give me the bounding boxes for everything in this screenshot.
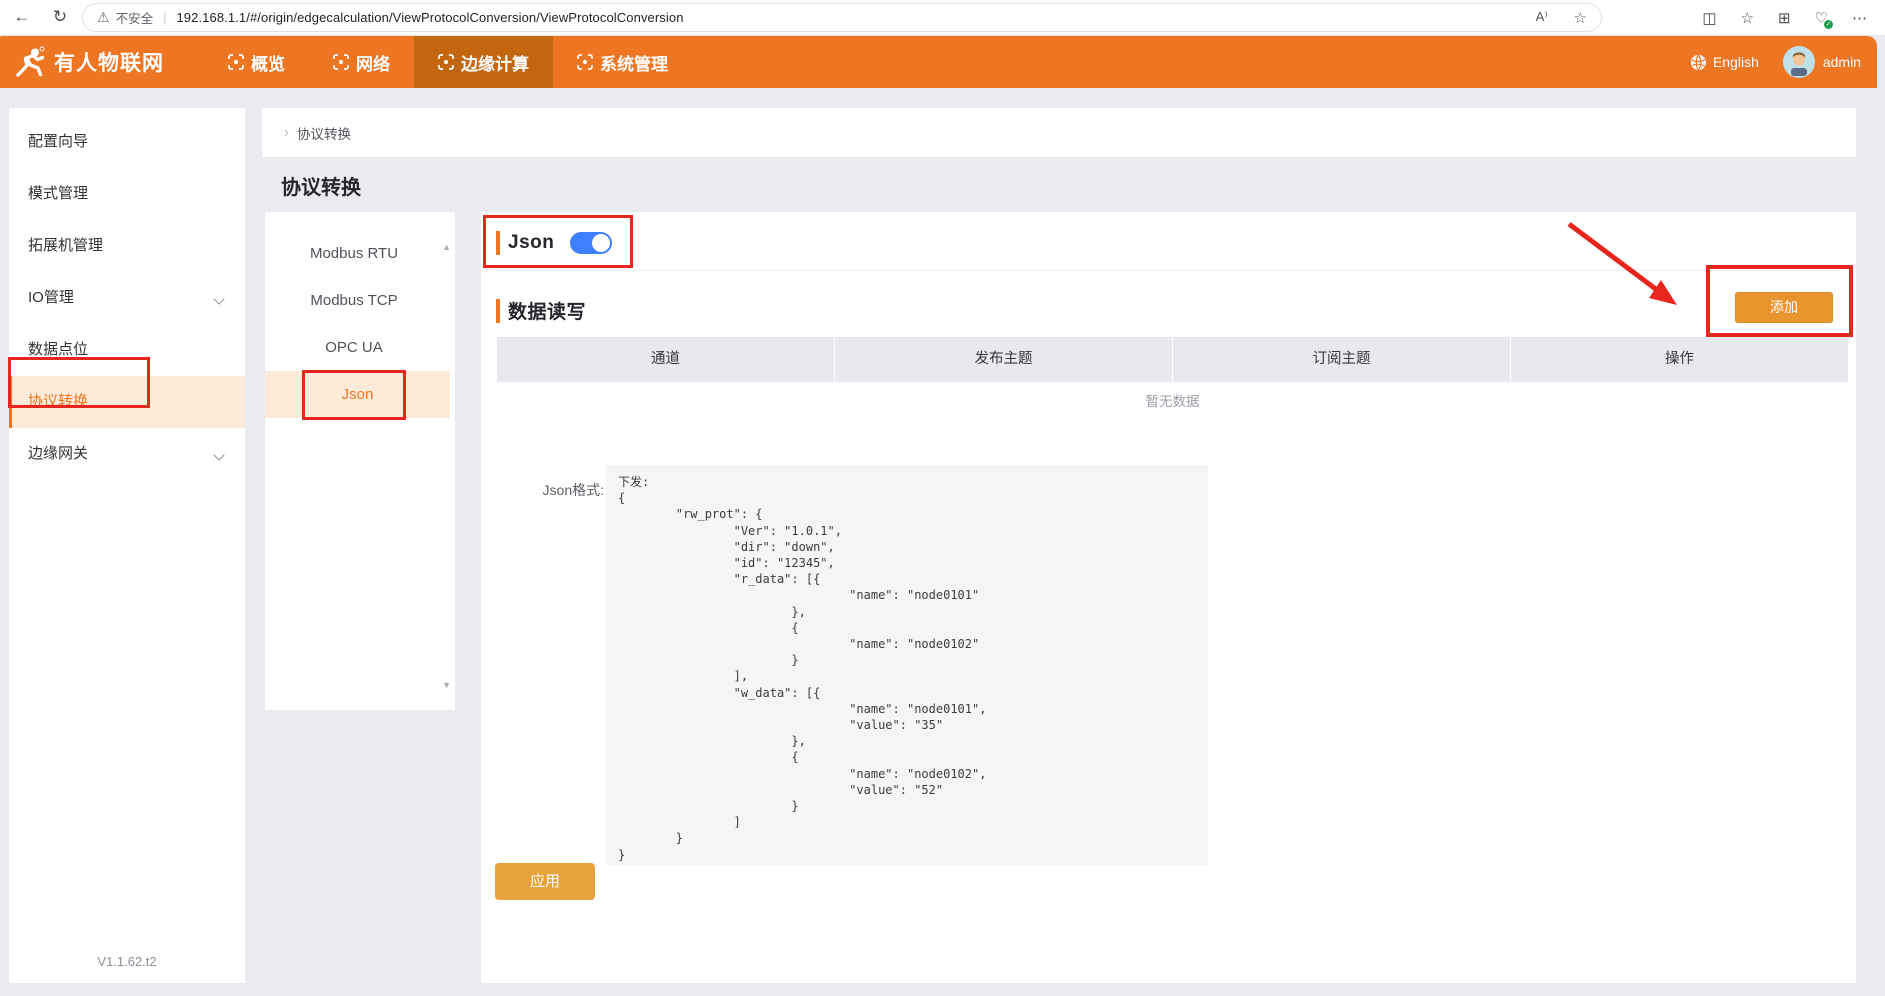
viewfinder-icon [438, 54, 454, 70]
browser-toolbar: ← ↻ ⚠ 不安全 | 192.168.1.1/#/origin/edgecal… [0, 0, 1885, 36]
column-header-actions: 操作 [1510, 337, 1848, 382]
address-separator: | [163, 10, 166, 25]
json-format-textarea[interactable]: 下发: { "rw_prot": { "Ver": "1.0.1", "dir"… [606, 465, 1208, 865]
table-header-row: 通道 发布主题 订阅主题 操作 [497, 337, 1848, 382]
brand-name: 有人物联网 [54, 47, 164, 77]
essentials-badge: ✓ [1824, 20, 1833, 29]
chevron-down-icon [213, 293, 224, 304]
scroll-up-icon[interactable]: ▲ [442, 242, 451, 252]
table-empty-text: 暂无数据 [497, 390, 1848, 410]
breadcrumb: › 协议转换 [262, 108, 1856, 157]
favorite-star-icon[interactable]: ☆ [1574, 9, 1587, 27]
sidebar-item-extension-management[interactable]: 拓展机管理 [9, 220, 245, 272]
section-accent-bar [496, 231, 500, 255]
split-screen-icon[interactable]: ◫ [1702, 9, 1716, 27]
data-readwrite-title: 数据读写 [508, 297, 586, 324]
protocol-tab-modbus-rtu[interactable]: Modbus RTU [265, 230, 443, 277]
toggle-knob [592, 234, 610, 252]
json-example-text: 下发: { "rw_prot": { "Ver": "1.0.1", "dir"… [618, 474, 1196, 863]
json-section-title: Json [508, 232, 554, 254]
section-accent-bar [496, 299, 500, 323]
language-switcher[interactable]: English [1690, 54, 1759, 71]
json-format-label: Json格式: [509, 480, 604, 500]
viewfinder-icon [333, 54, 349, 70]
apply-button[interactable]: 应用 [495, 863, 595, 900]
sidebar-item-io-management[interactable]: IO管理 [9, 272, 245, 324]
section-divider [496, 270, 1842, 271]
browser-refresh-icon[interactable]: ↻ [46, 0, 74, 36]
protocol-tab-json[interactable]: Json [265, 371, 450, 418]
read-aloud-icon[interactable]: A⁾ [1536, 9, 1548, 27]
language-label: English [1713, 54, 1759, 70]
nav-tab-overview[interactable]: 概览 [204, 36, 309, 88]
column-header-publish-topic: 发布主题 [834, 337, 1172, 382]
url-text[interactable]: 192.168.1.1/#/origin/edgecalculation/Vie… [176, 10, 683, 25]
screenshot-root: ← ↻ ⚠ 不安全 | 192.168.1.1/#/origin/edgecal… [0, 0, 1885, 996]
protocol-list-panel: ▲ Modbus RTU Modbus TCP OPC UA Json ▼ [265, 212, 455, 710]
app-navbar: 有人物联网 概览 网络 边缘计算 系统管理 English [0, 36, 1877, 88]
sidebar-item-config-wizard[interactable]: 配置向导 [9, 116, 245, 168]
address-bar[interactable]: ⚠ 不安全 | 192.168.1.1/#/origin/edgecalcula… [82, 3, 1602, 32]
viewfinder-icon [228, 54, 244, 70]
main-content: Json 数据读写 添加 通道 发布主题 订阅主题 操作 暂无数据 Json格式… [481, 212, 1856, 983]
chevron-down-icon [213, 449, 224, 460]
protocol-tab-modbus-tcp[interactable]: Modbus TCP [265, 277, 443, 324]
column-header-channel: 通道 [497, 337, 834, 382]
username-label: admin [1823, 54, 1861, 70]
column-header-subscribe-topic: 订阅主题 [1172, 337, 1510, 382]
scroll-down-icon[interactable]: ▼ [442, 680, 451, 690]
more-menu-icon[interactable]: ⋯ [1852, 9, 1867, 27]
browser-essentials-icon[interactable]: ♡ ✓ [1815, 9, 1828, 27]
sidebar-item-data-points[interactable]: 数据点位 [9, 324, 245, 376]
nav-tab-network[interactable]: 网络 [309, 36, 414, 88]
security-label[interactable]: 不安全 [116, 8, 154, 27]
user-avatar [1783, 46, 1815, 78]
nav-tab-edge-computing[interactable]: 边缘计算 [414, 36, 553, 88]
breadcrumb-label[interactable]: 协议转换 [297, 123, 351, 143]
left-sidebar: 配置向导 模式管理 拓展机管理 IO管理 数据点位 协议转换 边缘网关 V1.1… [9, 108, 245, 983]
json-enable-toggle[interactable] [570, 232, 612, 254]
app-logo[interactable]: 有人物联网 [0, 46, 204, 78]
security-warning-icon: ⚠ [97, 9, 110, 26]
sidebar-item-edge-gateway[interactable]: 边缘网关 [9, 428, 245, 480]
page-title: 协议转换 [281, 171, 361, 200]
user-menu[interactable]: admin [1783, 46, 1861, 78]
breadcrumb-chevron-icon: › [284, 124, 289, 141]
usr-person-logo-icon [14, 46, 46, 78]
globe-icon [1690, 54, 1707, 71]
firmware-version: V1.1.62.t2 [9, 954, 245, 969]
browser-back-icon[interactable]: ← [8, 0, 36, 36]
sidebar-item-protocol-conversion[interactable]: 协议转换 [9, 376, 245, 428]
add-button[interactable]: 添加 [1735, 292, 1833, 323]
favorites-bar-icon[interactable]: ☆ [1741, 9, 1754, 27]
sidebar-item-mode-management[interactable]: 模式管理 [9, 168, 245, 220]
protocol-tab-opc-ua[interactable]: OPC UA [265, 324, 443, 371]
viewfinder-icon [577, 54, 593, 70]
collections-icon[interactable]: ⊞ [1778, 9, 1791, 27]
nav-tab-system-management[interactable]: 系统管理 [553, 36, 692, 88]
